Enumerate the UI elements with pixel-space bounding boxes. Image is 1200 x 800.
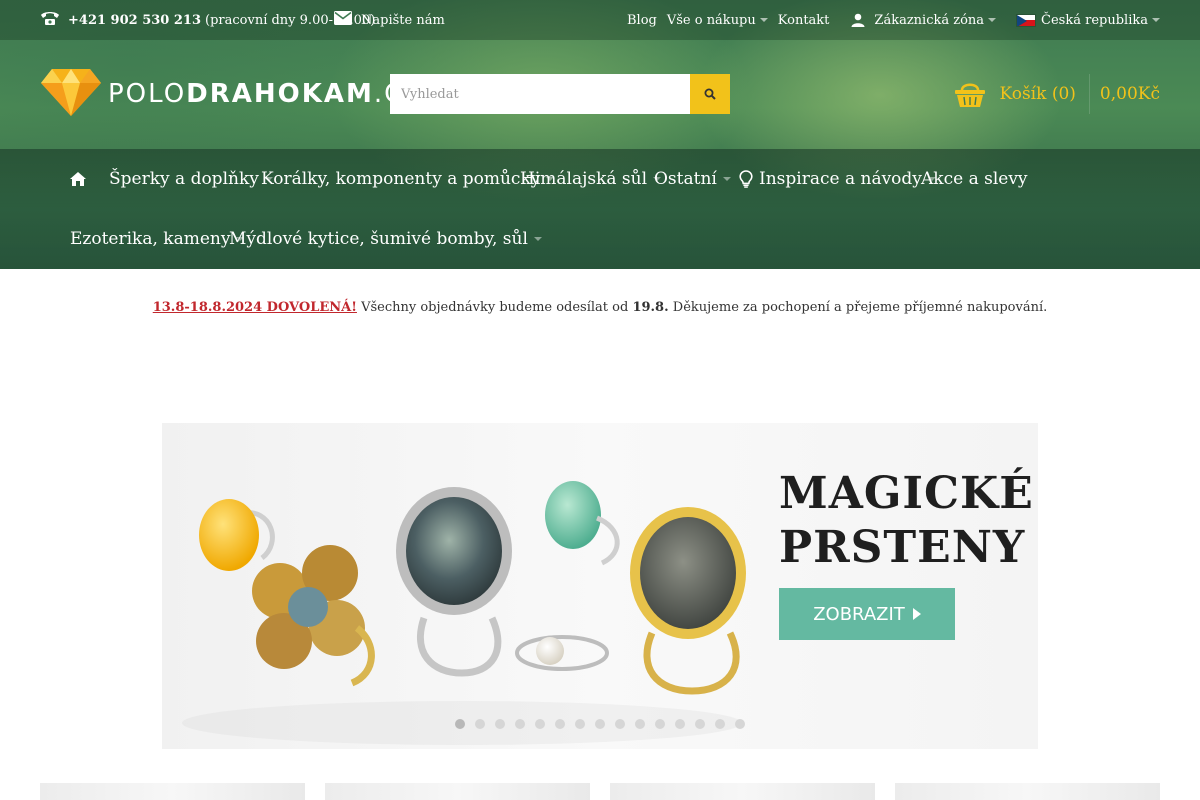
- slider-dot[interactable]: [635, 719, 645, 729]
- slider-dot[interactable]: [555, 719, 565, 729]
- search-icon: [704, 88, 716, 100]
- nav-inspiration-label: Inspirace a návody: [759, 169, 922, 189]
- notice-highlight[interactable]: 13.8-18.8.2024 DOVOLENÁ!: [153, 300, 357, 315]
- slider-dot[interactable]: [455, 719, 465, 729]
- slider-dot[interactable]: [515, 719, 525, 729]
- user-icon: [851, 13, 865, 27]
- customer-zone-label: Zákaznická zóna: [874, 12, 985, 28]
- caret-down-icon: [1152, 18, 1160, 22]
- home-icon: [70, 172, 86, 186]
- nav-himalayan-salt-label: Himálajská sůl: [520, 169, 648, 189]
- logo-part-polo: POLO: [108, 79, 187, 109]
- logo-part-drahokam: DRAHOKAM: [186, 79, 374, 109]
- nav-sale[interactable]: Akce a slevy: [921, 149, 1028, 209]
- customer-zone-menu[interactable]: Zákaznická zóna: [851, 12, 997, 28]
- phone-icon: [40, 10, 60, 30]
- slider-dot[interactable]: [715, 719, 725, 729]
- banner-show-button[interactable]: ZOBRAZIT: [779, 588, 955, 640]
- search-button[interactable]: [690, 74, 730, 114]
- slider-pagination: [455, 719, 745, 729]
- banner-button-label: ZOBRAZIT: [813, 603, 905, 625]
- logo-text: POLODRAHOKAM.CZ: [108, 79, 424, 109]
- top-bar: +421 902 530 213 (pracovní dny 9.00-16.0…: [0, 0, 1200, 40]
- category-tile[interactable]: [325, 783, 590, 800]
- cart-total: 0,00Kč: [1099, 84, 1160, 104]
- nav-other[interactable]: Ostatní: [654, 149, 731, 209]
- contact-link[interactable]: Kontakt: [778, 13, 830, 28]
- banner-title-line-1: MAGICKÉ: [779, 468, 1034, 519]
- caret-down-icon: [988, 18, 997, 22]
- notice-text-2: Děkujeme za pochopení a přejeme příjemné…: [668, 300, 1048, 315]
- nav-jewelry-label: Šperky a doplňky: [109, 169, 259, 189]
- write-us-label: Napište nám: [361, 12, 445, 28]
- nav-other-label: Ostatní: [654, 169, 717, 189]
- phone-number[interactable]: +421 902 530 213: [68, 13, 201, 28]
- nav-esoterics[interactable]: Ezoterika, kameny: [70, 209, 245, 269]
- nav-soap-bouquets[interactable]: Mýdlové kytice, šumivé bomby, sůl: [229, 209, 542, 269]
- vacation-notice: 13.8-18.8.2024 DOVOLENÁ! Všechny objedná…: [0, 300, 1200, 315]
- caret-down-icon: [722, 177, 731, 181]
- nav-sale-label: Akce a slevy: [921, 169, 1028, 189]
- slider-dot[interactable]: [695, 719, 705, 729]
- lightbulb-icon: [739, 170, 753, 188]
- topbar-right: Blog Vše o nákupu Kontakt Zákaznická zón…: [617, 0, 1160, 40]
- notice-date: 19.8.: [632, 300, 669, 315]
- nav-jewelry[interactable]: Šperky a doplňky: [109, 149, 273, 209]
- nav-himalayan-salt[interactable]: Himálajská sůl: [520, 149, 662, 209]
- nav-beads-label: Korálky, komponenty a pomůcky: [261, 169, 541, 189]
- slider-dot[interactable]: [675, 719, 685, 729]
- slider-dot[interactable]: [575, 719, 585, 729]
- category-tile[interactable]: [895, 783, 1160, 800]
- country-label: Česká republika: [1041, 12, 1148, 28]
- hero-banner[interactable]: MAGICKÉ PRSTENY ZOBRAZIT: [162, 423, 1038, 749]
- nav-beads[interactable]: Korálky, komponenty a pomůcky: [261, 149, 555, 209]
- nav-esoterics-label: Ezoterika, kameny: [70, 229, 231, 249]
- cart-widget[interactable]: Košík (0) 0,00Kč: [955, 74, 1160, 114]
- write-us-link[interactable]: Napište nám: [334, 0, 445, 40]
- nav-soap-bouquets-label: Mýdlové kytice, šumivé bomby, sůl: [229, 229, 528, 249]
- blog-link[interactable]: Blog: [627, 13, 657, 28]
- slider-dot[interactable]: [475, 719, 485, 729]
- nav-inspiration[interactable]: Inspirace a návody: [739, 149, 936, 209]
- slider-dot[interactable]: [735, 719, 745, 729]
- czech-flag-icon: [1016, 13, 1037, 27]
- category-tile[interactable]: [610, 783, 875, 800]
- category-tile[interactable]: [40, 783, 305, 800]
- search-bar: [390, 74, 730, 114]
- country-selector[interactable]: Česká republika: [1016, 13, 1160, 28]
- slider-dot[interactable]: [495, 719, 505, 729]
- play-triangle-icon: [912, 608, 921, 620]
- shopping-info-menu[interactable]: Vše o nákupu: [667, 13, 768, 28]
- rings-image: [182, 481, 746, 745]
- nav-home[interactable]: [70, 149, 86, 209]
- caret-down-icon: [533, 237, 542, 241]
- basket-icon: [955, 81, 986, 107]
- slider-dot[interactable]: [615, 719, 625, 729]
- slider-dot[interactable]: [655, 719, 665, 729]
- envelope-icon: [334, 11, 352, 29]
- site-logo[interactable]: POLODRAHOKAM.CZ: [40, 69, 424, 119]
- caret-down-icon: [759, 18, 768, 22]
- slider-dot[interactable]: [595, 719, 605, 729]
- main-navigation: Šperky a doplňky Korálky, komponenty a p…: [0, 149, 1200, 269]
- diamond-logo-icon: [40, 67, 102, 121]
- phone-contact: +421 902 530 213 (pracovní dny 9.00-16.0…: [40, 0, 375, 40]
- banner-title: MAGICKÉ PRSTENY: [779, 467, 1034, 575]
- notice-text-1: Všechny objednávky budeme odesílat od: [356, 300, 633, 315]
- cart-divider: [1088, 74, 1090, 114]
- slider-dot[interactable]: [535, 719, 545, 729]
- search-input[interactable]: [390, 74, 690, 114]
- banner-title-line-2: PRSTENY: [779, 522, 1026, 573]
- shopping-info-label: Vše o nákupu: [666, 12, 756, 28]
- cart-label: Košík (0): [999, 84, 1076, 104]
